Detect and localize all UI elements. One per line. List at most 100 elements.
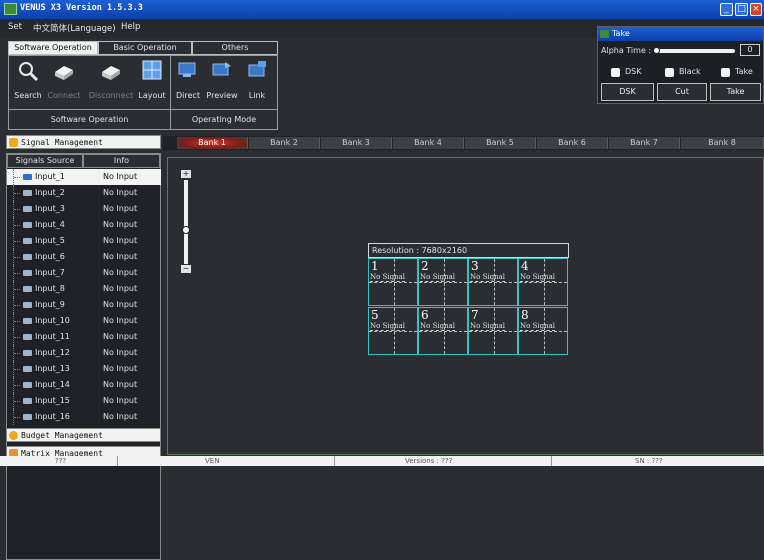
input-source-icon (23, 286, 32, 292)
source-name: Input_3 (35, 204, 65, 213)
black-checkbox[interactable] (665, 68, 674, 77)
list-item[interactable]: Input_8 No Input (7, 281, 161, 297)
link-icon (248, 61, 266, 77)
screen-cell[interactable]: 3 No Signal (468, 258, 518, 306)
signal-management-header[interactable]: Signal Management (6, 135, 161, 149)
search-button[interactable]: Search (11, 58, 45, 102)
tab-bank-6[interactable]: Bank 6 (537, 137, 608, 149)
status-divider (117, 456, 118, 466)
take-checkbox[interactable] (721, 68, 730, 77)
screen-cell[interactable]: 4 No Signal (518, 258, 568, 306)
tab-bank-3[interactable]: Bank 3 (321, 137, 392, 149)
screen-cell[interactable]: 5 No Signal (368, 307, 418, 355)
tab-basic-operation[interactable]: Basic Operation (98, 41, 192, 55)
list-item[interactable]: Input_7 No Input (7, 265, 161, 281)
list-item[interactable]: Input_1 No Input (7, 169, 161, 185)
tab-others[interactable]: Others (192, 41, 278, 55)
list-item[interactable]: Input_14 No Input (7, 377, 161, 393)
disconnect-button[interactable]: Disconnect (87, 58, 135, 102)
dsk-button[interactable]: DSK (601, 83, 654, 101)
maximize-icon[interactable]: □ (735, 3, 748, 16)
signal-management-icon (9, 138, 18, 147)
menu-help[interactable]: Help (121, 22, 140, 32)
source-name: Input_1 (35, 172, 65, 181)
direct-button[interactable]: Direct (172, 58, 204, 102)
list-item[interactable]: Input_10 No Input (7, 313, 161, 329)
list-item[interactable]: Input_16 No Input (7, 409, 161, 425)
zoom-track[interactable] (184, 180, 188, 264)
connect-icon (55, 66, 73, 80)
connect-button[interactable]: Connect (45, 58, 83, 102)
zoom-out-icon[interactable]: − (181, 265, 191, 273)
col-info: Info (83, 154, 160, 168)
input-source-icon (23, 254, 32, 260)
cut-button[interactable]: Cut (657, 83, 707, 101)
tab-bank-5[interactable]: Bank 5 (465, 137, 536, 149)
list-item[interactable]: Input_12 No Input (7, 345, 161, 361)
dsk-checkbox[interactable] (611, 68, 620, 77)
bank-bar: Bank 1 Bank 2 Bank 3 Bank 4 Bank 5 Bank … (163, 136, 764, 150)
screen-cell[interactable]: 7 No Signal (468, 307, 518, 355)
menu-set[interactable]: Set (8, 22, 22, 32)
cell-signal-status: No Signal (420, 273, 455, 282)
menu-language[interactable]: 中文简体(Language) (33, 22, 116, 34)
alpha-slider-thumb[interactable] (653, 47, 660, 54)
screen-cell[interactable]: 6 No Signal (418, 307, 468, 355)
zoom-thumb[interactable] (182, 226, 190, 235)
zoom-in-icon[interactable]: + (181, 170, 191, 178)
cell-guide (519, 282, 567, 283)
link-button[interactable]: Link (240, 58, 274, 102)
tab-bank-7[interactable]: Bank 7 (609, 137, 680, 149)
tab-bank-2[interactable]: Bank 2 (249, 137, 320, 149)
tree-line (13, 345, 23, 361)
cell-guide (469, 282, 517, 283)
cell-number: 7 (471, 308, 479, 322)
cell-signal-status: No Signal (370, 322, 405, 331)
list-item[interactable]: Input_11 No Input (7, 329, 161, 345)
tab-bank-8[interactable]: Bank 8 (681, 137, 764, 149)
status-divider (551, 456, 552, 466)
signal-source-table: Signals Source Info Input_1 No Input Input… (6, 153, 161, 560)
status-divider (334, 456, 335, 466)
list-item[interactable]: Input_3 No Input (7, 201, 161, 217)
minimize-icon[interactable]: _ (720, 3, 733, 16)
tree-line (13, 201, 23, 217)
layout-button[interactable]: Layout (135, 58, 169, 102)
screen-layout[interactable]: Resolution : 7680x2160 1 No Signal 2 No Sig… (368, 243, 569, 356)
source-info: No Input (103, 300, 138, 309)
budget-management-header[interactable]: Budget Management (6, 428, 161, 442)
cell-number: 4 (521, 259, 529, 273)
zoom-slider[interactable]: + − (181, 170, 191, 275)
take-button[interactable]: Take (710, 83, 761, 101)
tab-bank-4[interactable]: Bank 4 (393, 137, 464, 149)
list-item[interactable]: Input_2 No Input (7, 185, 161, 201)
screen-cell[interactable]: 8 No Signal (518, 307, 568, 355)
tab-bank-1[interactable]: Bank 1 (177, 137, 248, 149)
screen-cell[interactable]: 2 No Signal (418, 258, 468, 306)
source-info: No Input (103, 316, 138, 325)
cell-signal-status: No Signal (520, 273, 555, 282)
list-item[interactable]: Input_15 No Input (7, 393, 161, 409)
tree-line (13, 377, 23, 393)
layout-icon (142, 60, 162, 80)
tab-software-operation[interactable]: Software Operation (8, 41, 98, 55)
list-item[interactable]: Input_9 No Input (7, 297, 161, 313)
list-item[interactable]: Input_13 No Input (7, 361, 161, 377)
alpha-time-input[interactable]: 0 (740, 44, 760, 56)
source-info: No Input (103, 252, 138, 261)
source-info: No Input (103, 268, 138, 277)
tree-line (13, 249, 23, 265)
dsk-check-label: DSK (625, 67, 642, 76)
cell-guide (469, 331, 517, 332)
screen-cell[interactable]: 1 No Signal (368, 258, 418, 306)
source-name: Input_12 (35, 348, 70, 357)
input-source-icon (23, 174, 32, 180)
list-item[interactable]: Input_5 No Input (7, 233, 161, 249)
list-item[interactable]: Input_4 No Input (7, 217, 161, 233)
tree-line (13, 169, 23, 185)
alpha-time-slider[interactable] (653, 47, 735, 54)
preview-button[interactable]: Preview (204, 58, 240, 102)
list-item[interactable]: Input_6 No Input (7, 249, 161, 265)
close-icon[interactable]: × (750, 3, 762, 16)
tree-line (13, 265, 23, 281)
